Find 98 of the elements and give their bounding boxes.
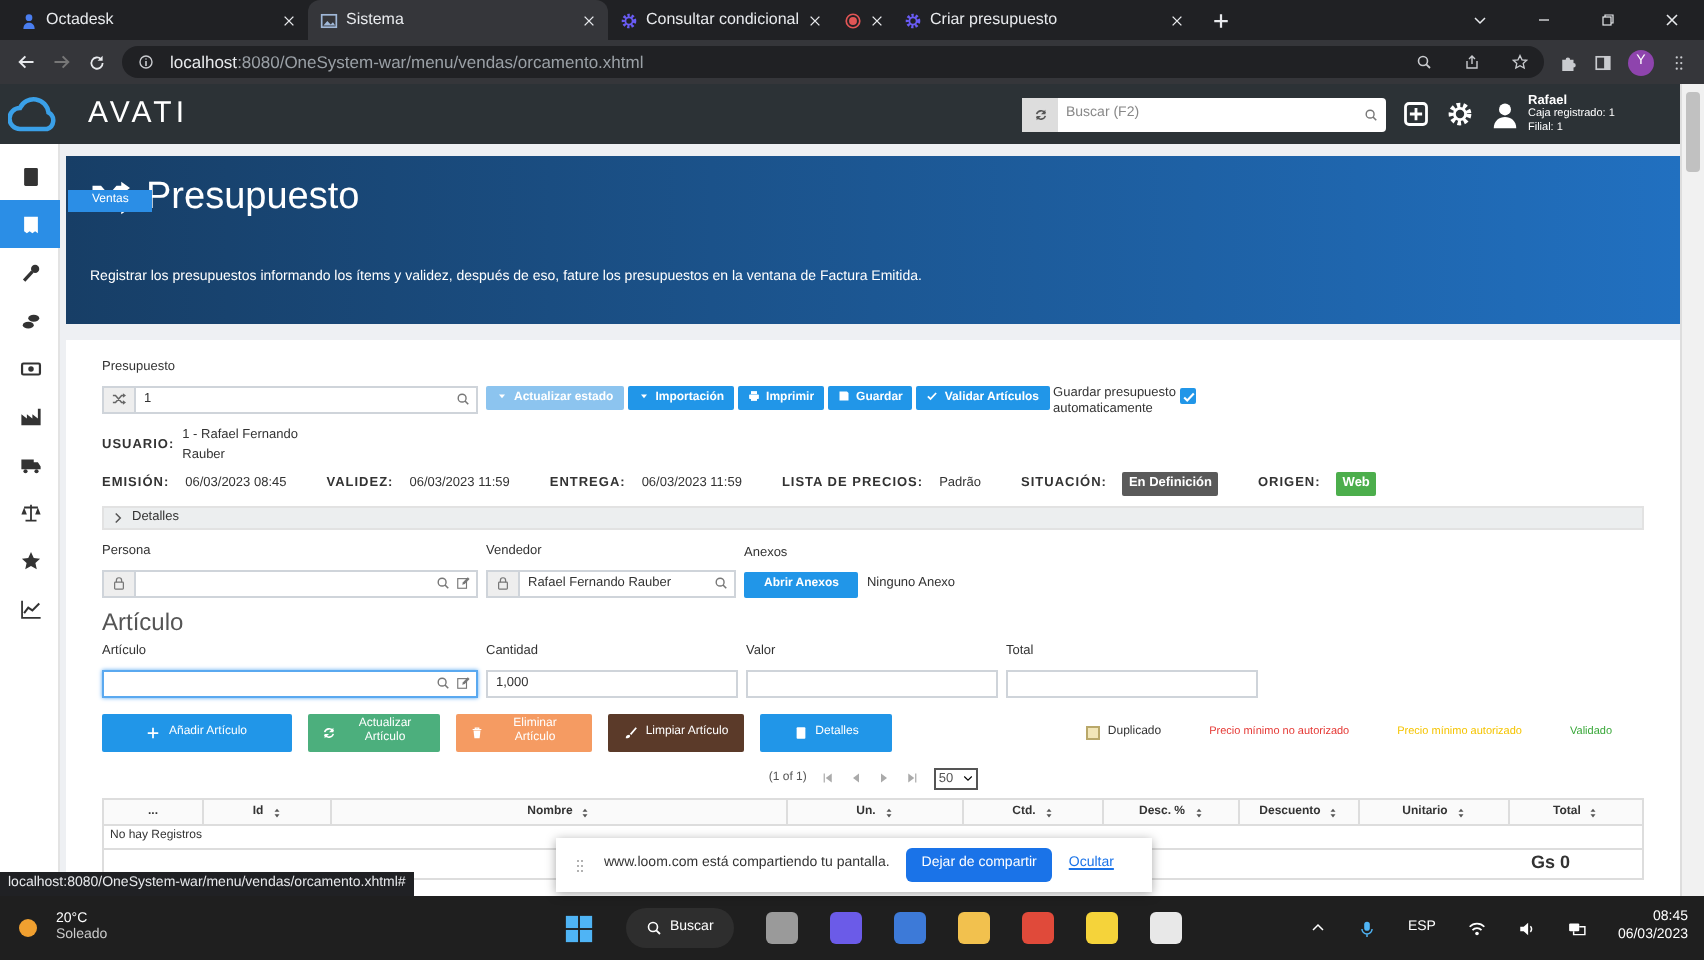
wifi-icon[interactable]: [1467, 919, 1486, 937]
chart-icon: [19, 597, 41, 619]
reload-icon[interactable]: [88, 53, 106, 71]
window-icon[interactable]: [765, 912, 798, 944]
gear-icon: [904, 11, 922, 29]
settings-icon[interactable]: [1446, 100, 1474, 128]
article-field[interactable]: [102, 669, 478, 697]
puzzle-icon[interactable]: [1560, 53, 1578, 71]
sort-icon: [580, 807, 591, 818]
scrollbar[interactable]: [1680, 84, 1704, 896]
close-icon[interactable]: [1170, 13, 1184, 27]
record-icon: [844, 11, 862, 29]
sort-icon: [1328, 807, 1339, 818]
sort-icon: [1455, 807, 1466, 818]
persona-field[interactable]: [102, 569, 478, 598]
sort-icon: [1193, 807, 1203, 818]
shuffle-icon: [112, 392, 126, 407]
search-icon[interactable]: [1364, 107, 1378, 121]
network-icon[interactable]: [1567, 919, 1586, 937]
tab-title: Octadesk: [46, 8, 116, 32]
doc-icon: [793, 725, 808, 739]
sun-icon: [16, 916, 40, 940]
browser-icon[interactable]: [1021, 912, 1054, 944]
book-icon: [19, 165, 41, 187]
search-icon[interactable]: [436, 676, 450, 690]
chevron-down-icon[interactable]: [1472, 12, 1488, 28]
edit-icon[interactable]: [456, 576, 470, 591]
receipt-icon: [19, 213, 41, 235]
image-icon: [320, 11, 338, 29]
tab-title: Criar presupuesto: [930, 8, 1060, 32]
browser-tab[interactable]: Consultar condicional: [608, 0, 832, 40]
new-tab-icon[interactable]: [1212, 11, 1230, 29]
browser-tab[interactable]: Octadesk: [8, 0, 308, 40]
scale-icon: [19, 501, 41, 523]
check-icon: [1182, 390, 1197, 405]
start-icon[interactable]: [564, 913, 594, 943]
coins-icon: [19, 309, 41, 331]
forward-icon[interactable]: [52, 52, 72, 72]
star-icon[interactable]: [1512, 54, 1528, 70]
browser-tab[interactable]: Criar presupuesto: [892, 0, 1196, 40]
info-icon[interactable]: [138, 54, 154, 70]
autosave-checkbox[interactable]: [1180, 388, 1197, 405]
gear-icon: [620, 11, 638, 29]
folder-icon[interactable]: [957, 912, 990, 944]
sort-icon: [1588, 807, 1599, 818]
restore-icon[interactable]: [1600, 12, 1616, 28]
close-icon[interactable]: [870, 13, 884, 27]
refresh-icon: [322, 725, 336, 739]
brush-icon: [623, 725, 638, 739]
wrench-icon: [19, 261, 41, 283]
search-icon[interactable]: [436, 576, 450, 591]
search-icon[interactable]: [714, 576, 728, 591]
star-icon: [19, 549, 41, 571]
back-icon[interactable]: [16, 52, 36, 72]
chevron-down-icon: [961, 772, 974, 785]
brand-name: AVATI: [88, 93, 189, 134]
section-heading: Artículo: [102, 609, 186, 634]
side-panel-icon[interactable]: [1594, 53, 1612, 71]
article-field[interactable]: [1006, 669, 1258, 697]
app-icon[interactable]: [1149, 912, 1182, 944]
close-icon[interactable]: [807, 13, 821, 27]
check-icon: [926, 389, 939, 402]
monitor-icon[interactable]: [893, 912, 926, 944]
user-icon[interactable]: [1490, 99, 1520, 129]
close-icon[interactable]: [282, 13, 296, 27]
person-icon: [20, 11, 38, 29]
note-icon[interactable]: [1085, 912, 1118, 944]
plus-icon: [146, 725, 161, 739]
search-icon[interactable]: [456, 392, 470, 407]
sort-icon: [271, 807, 282, 818]
trash-icon: [470, 725, 484, 739]
tab-title: Consultar condicional: [646, 8, 799, 32]
sort-icon: [1043, 807, 1054, 818]
cash-icon: [19, 357, 41, 379]
search-icon: [646, 920, 662, 936]
lock-icon: [496, 576, 510, 591]
zoom-icon[interactable]: [1416, 54, 1432, 70]
caret-icon: [637, 389, 650, 402]
sort-icon: [883, 807, 894, 818]
microphone-icon[interactable]: [1357, 919, 1376, 937]
share-icon[interactable]: [1464, 54, 1480, 70]
lock-icon: [112, 576, 126, 591]
edit-icon[interactable]: [456, 676, 470, 690]
chat-icon[interactable]: [829, 912, 862, 944]
close-icon[interactable]: [1664, 12, 1680, 28]
chevron-up-icon[interactable]: [1309, 920, 1326, 936]
tab-title: Sistema: [346, 8, 406, 32]
article-field[interactable]: [746, 669, 998, 697]
browser-tab[interactable]: Sistema: [308, 0, 608, 40]
print-icon: [748, 389, 761, 402]
close-icon[interactable]: [582, 13, 596, 27]
speaker-icon[interactable]: [1517, 919, 1536, 937]
caret-icon: [496, 389, 508, 402]
refresh-icon[interactable]: [1033, 107, 1047, 121]
more-icon[interactable]: [1670, 53, 1688, 71]
chevron-icon: [112, 512, 124, 524]
factory-icon: [19, 405, 41, 427]
add-icon[interactable]: [1402, 100, 1430, 128]
